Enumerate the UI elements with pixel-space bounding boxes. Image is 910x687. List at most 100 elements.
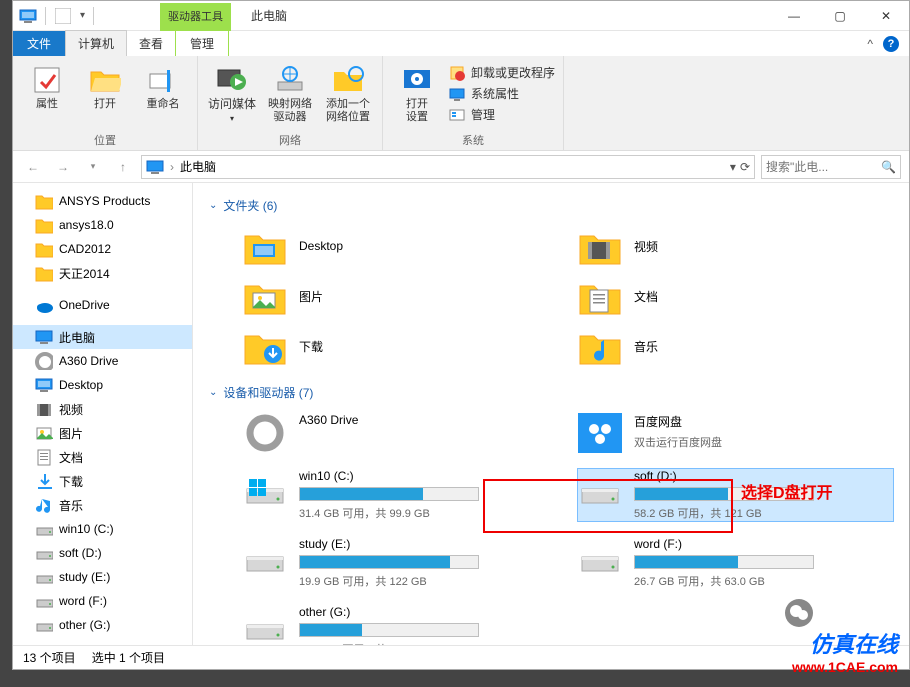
search-input[interactable] [766,160,881,174]
chevron-down-icon: ⌄ [209,387,217,398]
ribbon-uninstall-button[interactable]: 卸载或更改程序 [449,64,555,81]
tree-item-label: 文档 [59,449,83,466]
tree-item[interactable]: 下载 [13,469,192,493]
ribbon-add-network-button[interactable]: 添加一个 网络位置 [322,60,374,124]
downloads-icon [243,326,287,366]
tree-item[interactable]: other (G:) [13,613,192,637]
group-header-drives[interactable]: ⌄ 设备和驱动器 (7) [209,384,893,401]
drive-icon [35,520,53,538]
ribbon-media-button[interactable]: 访问媒体 ▾ [206,60,258,125]
wechat-icon [785,599,813,627]
drive-info: 19.9 GB 可用，共 122 GB [299,573,558,589]
drive-icon [35,544,53,562]
tree-item-label: 下载 [59,473,83,490]
contextual-tab-drive-tools[interactable]: 驱动器工具 [160,3,231,31]
window-title: 此电脑 [251,7,287,24]
drive-item-baidu[interactable]: 百度网盘双击运行百度网盘 [578,413,893,453]
ribbon-group-location-label: 位置 [21,130,189,148]
tree-item[interactable]: ANSYS Products [13,189,192,213]
address-bar[interactable]: › 此电脑 ▾ ⟳ [141,155,755,179]
ribbon-system-props-button[interactable]: 系统属性 [449,85,555,102]
tree-item-label: ansys18.0 [59,218,114,232]
tree-item[interactable]: A360 Drive [13,349,192,373]
tree-item-label: 天正2014 [59,265,110,282]
ribbon-manage-button[interactable]: 管理 [449,106,555,123]
tree-item[interactable]: Desktop [13,373,192,397]
tree-item[interactable]: 天正2014 [13,261,192,285]
folder-item[interactable]: 视频 [578,226,893,266]
folder-icon [35,192,53,210]
ribbon-open-button[interactable]: 打开 [79,60,131,111]
ribbon-map-network-button[interactable]: 映射网络 驱动器 [264,60,316,124]
maximize-button[interactable]: ▢ [817,1,863,31]
drive-item-a360[interactable]: A360 Drive [243,413,558,453]
tree-item[interactable]: word (F:) [13,589,192,613]
ribbon-properties-button[interactable]: 属性 [21,60,73,111]
drive-item[interactable]: soft (D:)58.2 GB 可用，共 121 GB [578,469,893,521]
drive-item[interactable]: other (G:)37.8 GB 可用，共 58.5 GB [243,605,558,645]
tree-item[interactable]: soft (D:) [13,541,192,565]
video-icon [578,226,622,266]
a360-icon [35,352,53,370]
drive-icon [35,616,53,634]
search-icon[interactable]: 🔍 [881,160,896,174]
onedrive-icon [35,296,53,314]
tree-item-label: word (F:) [59,594,107,608]
tree-item-label: A360 Drive [59,354,118,368]
tree-item-label: 音乐 [59,497,83,514]
folder-icon [35,264,53,282]
status-selection: 选中 1 个项目 [92,649,165,666]
tab-file[interactable]: 文件 [13,31,65,56]
tab-view[interactable]: 查看 [127,31,175,56]
tree-item[interactable]: 文档 [13,445,192,469]
tab-computer[interactable]: 计算机 [65,30,127,57]
drive-icon [578,469,622,509]
qa-save-icon[interactable] [54,7,72,25]
refresh-button[interactable]: ⟳ [740,160,750,174]
folder-item[interactable]: 下载 [243,326,558,366]
folder-item[interactable]: 音乐 [578,326,893,366]
ribbon-open-settings-button[interactable]: 打开 设置 [391,60,443,124]
group-header-folders[interactable]: ⌄ 文件夹 (6) [209,197,893,214]
help-icon[interactable]: ? [883,36,899,52]
search-box[interactable]: 🔍 [761,155,901,179]
close-button[interactable]: ✕ [863,1,909,31]
drive-icon [578,537,622,577]
ribbon-rename-button[interactable]: 重命名 [137,60,189,111]
address-dropdown-button[interactable]: ▾ [730,160,736,174]
folder-item[interactable]: 文档 [578,276,893,316]
tree-item[interactable]: CAD2012 [13,237,192,261]
tree-item[interactable]: 视频 [13,397,192,421]
folder-icon [35,216,53,234]
collapse-ribbon-button[interactable]: ^ [867,37,873,51]
nav-forward-button[interactable]: → [51,155,75,179]
drive-item[interactable]: word (F:)26.7 GB 可用，共 63.0 GB [578,537,893,589]
navigation-pane[interactable]: ANSYS Products ansys18.0 CAD2012 天正2014 OneD… [13,183,193,645]
tree-item[interactable]: 此电脑 [13,325,192,349]
tab-manage[interactable]: 管理 [175,31,229,57]
tree-item[interactable]: study (E:) [13,565,192,589]
nav-up-button[interactable]: ↑ [111,155,135,179]
drive-label: 百度网盘 [634,413,893,430]
folder-icon [35,240,53,258]
pc-icon [19,7,37,25]
pc-icon [35,328,53,346]
tree-item[interactable]: win10 (C:) [13,517,192,541]
tree-item[interactable]: 音乐 [13,493,192,517]
baidu-icon [578,413,622,453]
tree-item[interactable]: OneDrive [13,293,192,317]
nav-back-button[interactable]: ← [21,155,45,179]
content-pane[interactable]: ⌄ 文件夹 (6) Desktop 视频图片文档下载音乐 ⌄ 设备和驱动器 (7)… [193,183,909,645]
drive-item[interactable]: win10 (C:)31.4 GB 可用，共 99.9 GB [243,469,558,521]
drive-item[interactable]: study (E:)19.9 GB 可用，共 122 GB [243,537,558,589]
folder-item[interactable]: Desktop [243,226,558,266]
tree-item[interactable]: 图片 [13,421,192,445]
tree-item[interactable]: ansys18.0 [13,213,192,237]
nav-history-button[interactable]: ▾ [81,155,105,179]
qa-dropdown[interactable]: ▾ [80,10,85,21]
folder-item[interactable]: 图片 [243,276,558,316]
minimize-button[interactable]: — [771,1,817,31]
address-text: 此电脑 [180,158,724,175]
drive-label: win10 (C:) [299,469,558,483]
body: ANSYS Products ansys18.0 CAD2012 天正2014 OneD… [13,183,909,645]
